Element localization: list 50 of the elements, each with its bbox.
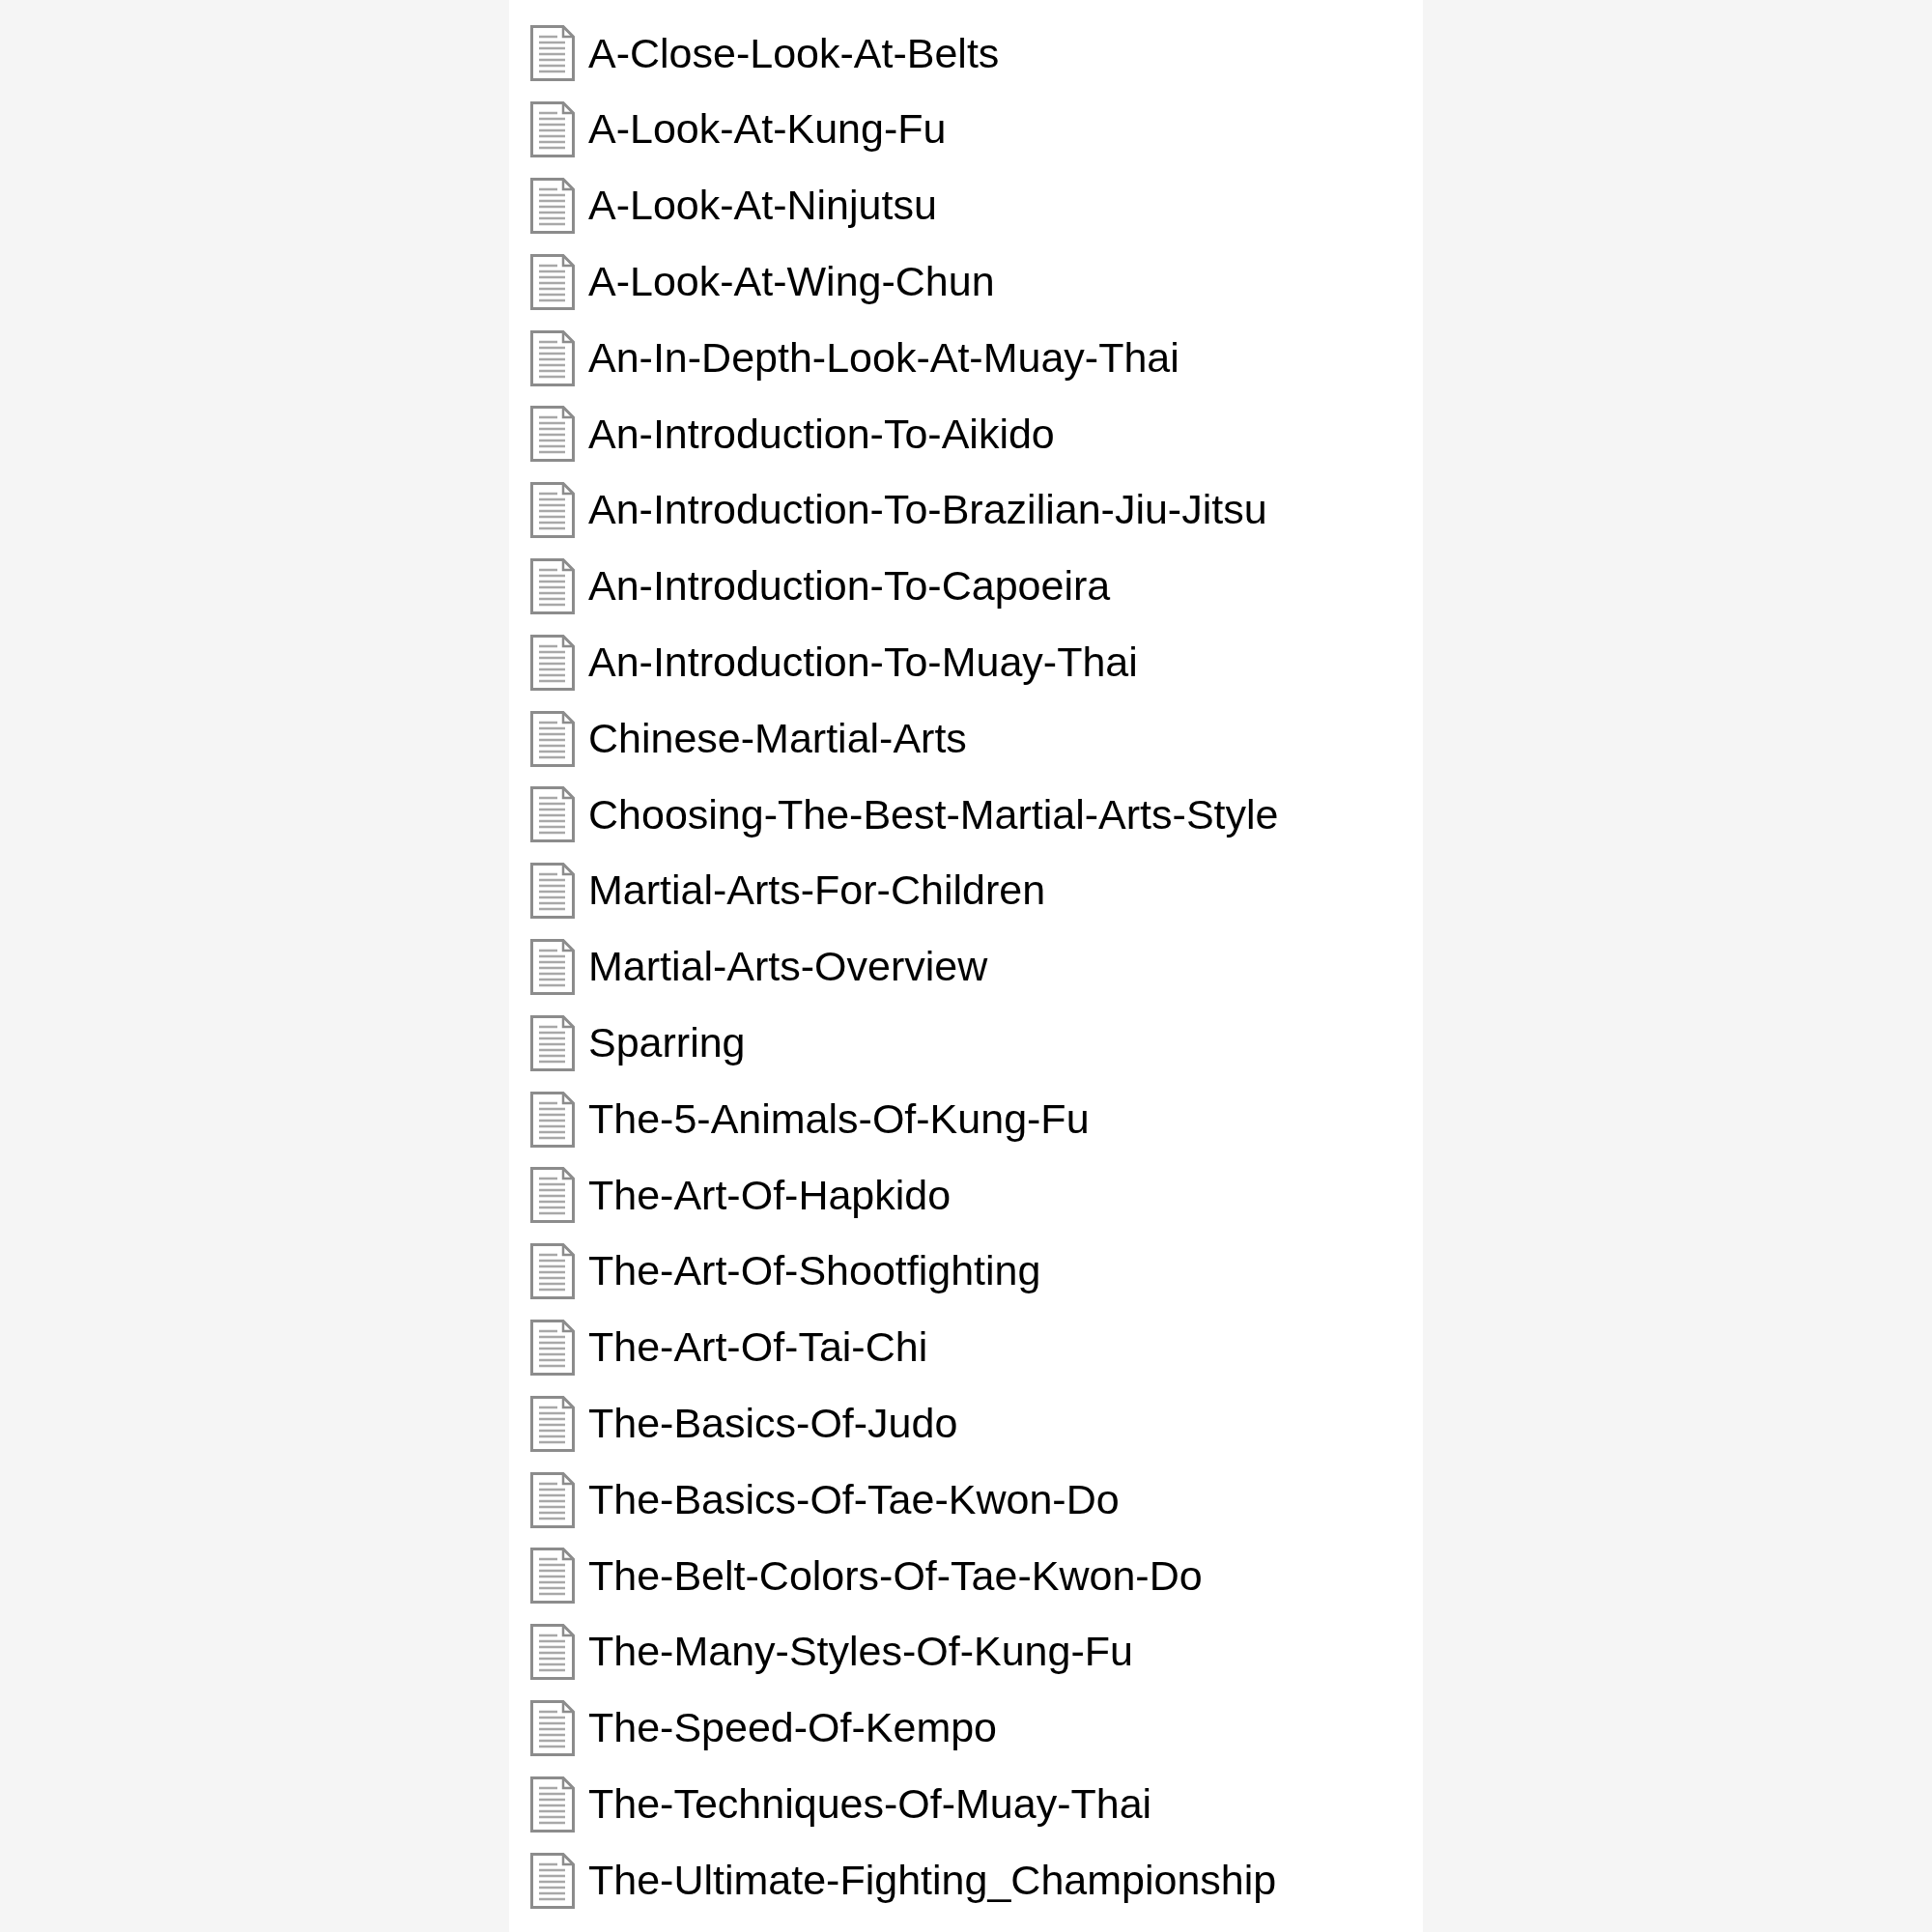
file-name[interactable]: The-Belt-Colors-Of-Tae-Kwon-Do	[588, 1551, 1203, 1601]
document-icon	[530, 1699, 575, 1756]
file-name[interactable]: A-Close-Look-At-Belts	[588, 29, 1000, 78]
document-icon	[530, 482, 575, 539]
file-name[interactable]: An-In-Depth-Look-At-Muay-Thai	[588, 333, 1179, 383]
file-name[interactable]: The-Speed-Of-Kempo	[588, 1704, 998, 1752]
document-icon	[530, 1852, 575, 1909]
file-name[interactable]: The-Many-Styles-Of-Kung-Fu	[588, 1628, 1133, 1676]
document-icon	[530, 634, 575, 691]
document-icon	[530, 101, 575, 158]
file-name[interactable]: The-Basics-Of-Judo	[588, 1400, 958, 1448]
file-name[interactable]: The-5-Animals-Of-Kung-Fu	[588, 1094, 1090, 1144]
document-icon	[530, 1395, 575, 1452]
file-name[interactable]: A-Look-At-Wing-Chun	[588, 258, 995, 306]
file-name[interactable]: An-Introduction-To-Aikido	[588, 410, 1055, 459]
file-name[interactable]: The-Ultimate-Fighting_Championship	[588, 1856, 1277, 1905]
document-icon	[530, 406, 575, 463]
file-name[interactable]: Martial-Arts-Overview	[588, 943, 988, 991]
file-name[interactable]: The-Art-Of-Shootfighting	[588, 1247, 1041, 1295]
document-icon	[530, 253, 575, 310]
file-name[interactable]: Chinese-Martial-Arts	[588, 714, 967, 763]
document-icon	[530, 1624, 575, 1681]
document-icon	[530, 1091, 575, 1148]
file-name[interactable]: Choosing-The-Best-Martial-Arts-Style	[588, 790, 1279, 839]
file-name[interactable]: The-Basics-Of-Tae-Kwon-Do	[588, 1475, 1120, 1524]
file-name[interactable]: Martial-Arts-For-Children	[588, 867, 1046, 915]
file-name[interactable]: The-Art-Of-Tai-Chi	[588, 1323, 928, 1372]
document-icon	[530, 1243, 575, 1300]
document-icon	[530, 863, 575, 920]
document-icon	[530, 1319, 575, 1376]
file-name[interactable]: An-Introduction-To-Brazilian-Jiu-Jitsu	[588, 486, 1267, 534]
document-icon	[530, 710, 575, 767]
file-name[interactable]: The-Techniques-Of-Muay-Thai	[588, 1780, 1152, 1829]
document-icon	[530, 557, 575, 614]
document-icon	[530, 1471, 575, 1528]
file-name[interactable]: A-Look-At-Kung-Fu	[588, 105, 947, 154]
file-name[interactable]: An-Introduction-To-Muay-Thai	[588, 639, 1138, 687]
document-icon	[530, 1548, 575, 1605]
document-icon	[530, 786, 575, 843]
file-name[interactable]: The-Art-Of-Hapkido	[588, 1171, 952, 1220]
file-name[interactable]: An-Introduction-To-Capoeira	[588, 562, 1111, 611]
document-icon	[530, 25, 575, 82]
document-icon	[530, 178, 575, 234]
document-icon	[530, 1014, 575, 1071]
document-icon	[530, 938, 575, 995]
document-icon	[530, 329, 575, 386]
document-icon	[530, 1167, 575, 1224]
document-icon	[530, 1776, 575, 1833]
file-name[interactable]: Sparring	[588, 1019, 746, 1067]
file-name[interactable]: A-Look-At-Ninjutsu	[588, 182, 937, 230]
